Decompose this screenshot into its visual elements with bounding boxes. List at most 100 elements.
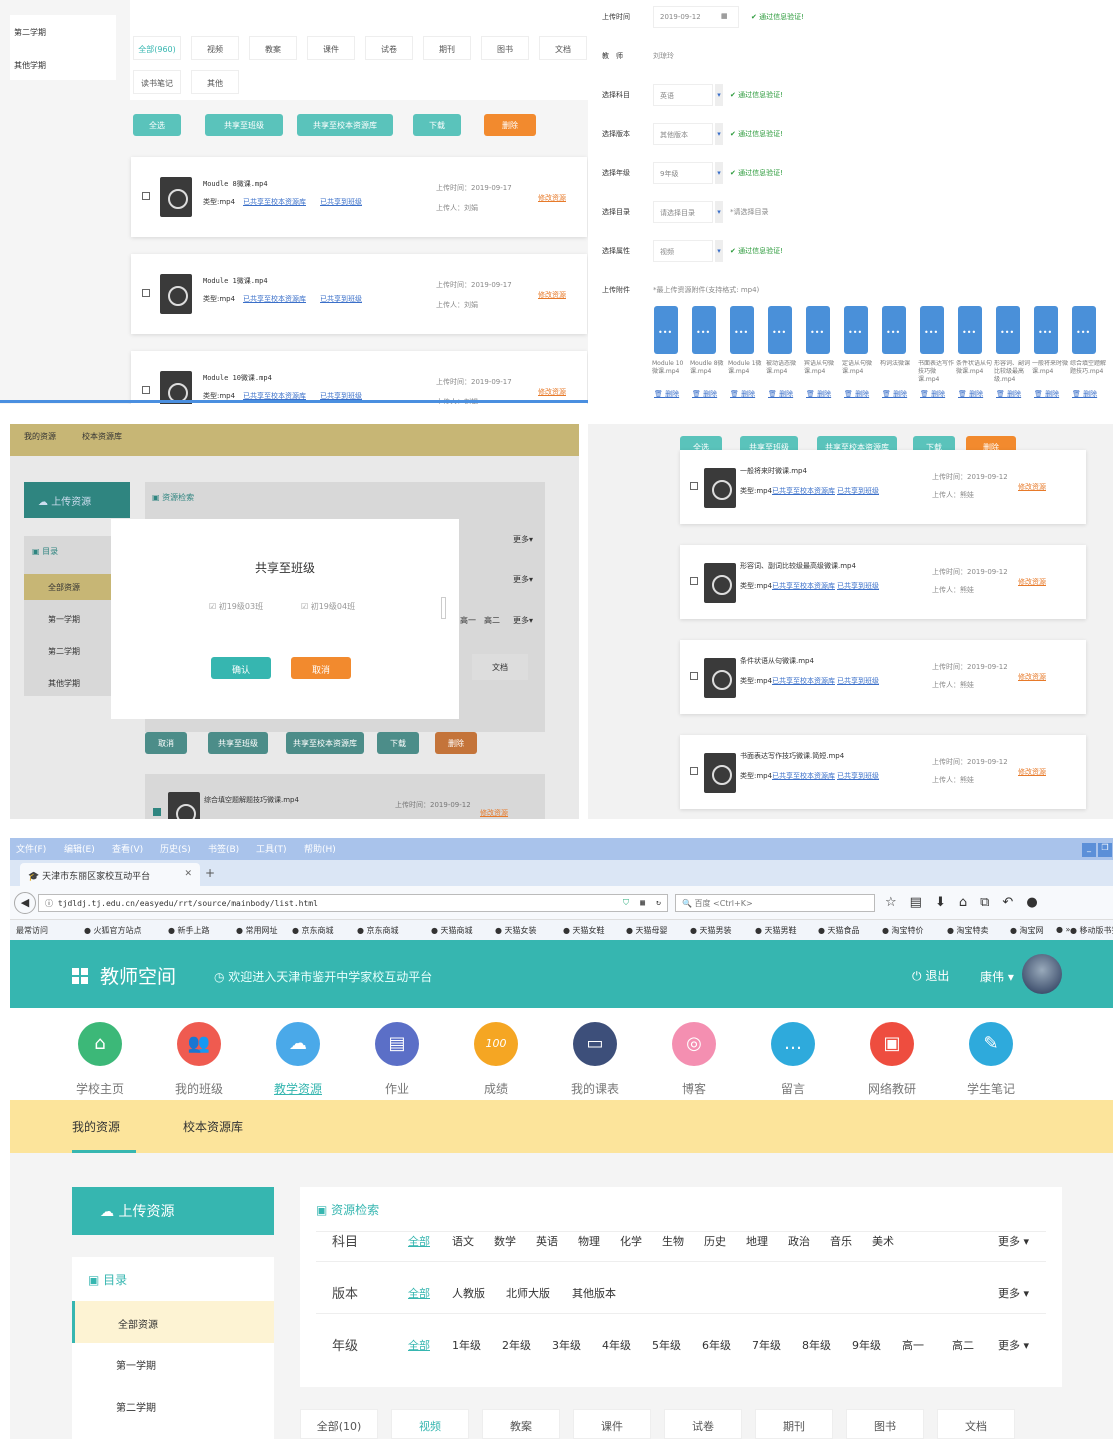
more-link[interactable]: 更多▾: [513, 574, 533, 585]
shared-class-link[interactable]: 已共享到班级: [837, 771, 879, 781]
resource-name[interactable]: Module 10微课.mp4: [203, 373, 272, 383]
chevron-down-icon[interactable]: ▾: [715, 84, 723, 106]
bookmark-item[interactable]: ● 天猫食品: [818, 925, 860, 936]
checkbox[interactable]: [690, 577, 698, 585]
bookmark-item[interactable]: ● 淘宝网: [1010, 925, 1044, 936]
type-chip[interactable]: 文档: [937, 1409, 1015, 1439]
shared-library-link[interactable]: 已共享至校本资源库: [772, 771, 835, 781]
sidebar-item-second-term[interactable]: 第二学期: [14, 27, 46, 38]
checkbox[interactable]: [690, 767, 698, 775]
checkbox[interactable]: [690, 482, 698, 490]
filter-option[interactable]: 生物: [662, 1233, 684, 1249]
shared-library-link[interactable]: 已共享至校本资源库: [772, 676, 835, 686]
filter-option[interactable]: 5年级: [652, 1337, 681, 1353]
shared-library-link[interactable]: 已共享至校本资源库: [772, 581, 835, 591]
checkbox[interactable]: [142, 386, 150, 394]
type-chip[interactable]: 教案: [482, 1409, 560, 1439]
cancel-button[interactable]: 取消: [291, 657, 351, 679]
type-chip[interactable]: 期刊: [755, 1409, 833, 1439]
bookmark-item[interactable]: ● 京东商城: [292, 925, 334, 936]
action-button-3[interactable]: 下载: [413, 114, 461, 136]
checkbox[interactable]: [142, 192, 150, 200]
type-chip[interactable]: 课件: [573, 1409, 651, 1439]
close-tab-icon[interactable]: ✕: [184, 869, 192, 879]
delete-file-link[interactable]: 🗑 删除: [996, 389, 1021, 399]
chat-icon[interactable]: ●: [1026, 895, 1050, 910]
bookmark-item[interactable]: ● 天猫商城: [431, 925, 473, 936]
bookmark-item[interactable]: ● 天猫女装: [495, 925, 537, 936]
bookmark-star-icon[interactable]: ☆: [885, 895, 910, 910]
edit-resource-link[interactable]: 修改资源: [538, 193, 566, 203]
filter-option[interactable]: 化学: [620, 1233, 642, 1249]
shared-library-link[interactable]: 已共享至校本资源库: [772, 486, 835, 496]
class-option-04[interactable]: ☑ 初19级04班: [301, 601, 355, 612]
nav-item-class[interactable]: 👥 我的班级: [175, 1022, 223, 1096]
dir-item-first[interactable]: 第一学期: [48, 614, 80, 625]
bg-action-button-0[interactable]: 取消: [145, 732, 187, 754]
new-tab-button[interactable]: +: [205, 866, 215, 880]
select-field[interactable]: 其他版本: [653, 123, 713, 145]
nav-item-home[interactable]: ⌂ 学校主页: [76, 1022, 124, 1096]
filter-chip[interactable]: 图书: [481, 36, 529, 60]
nav-item-homework[interactable]: ▤ 作业: [373, 1022, 421, 1096]
filter-chip[interactable]: 视频: [191, 36, 239, 60]
logout-button[interactable]: ⏻ 退出: [912, 967, 949, 984]
select-field[interactable]: 请选择目录: [653, 201, 713, 223]
nav-item-timetable[interactable]: ▭ 我的课表: [571, 1022, 619, 1096]
dir-item-other[interactable]: 其他学期: [48, 678, 80, 689]
filter-option[interactable]: 历史: [704, 1233, 726, 1249]
filter-option[interactable]: 4年级: [602, 1337, 631, 1353]
delete-file-link[interactable]: 🗑 删除: [958, 389, 983, 399]
filter-chip[interactable]: 全部(960): [133, 36, 181, 60]
filter-option[interactable]: 8年级: [802, 1337, 831, 1353]
bookmark-item[interactable]: ● 天猫男鞋: [755, 925, 797, 936]
filter-option[interactable]: 语文: [452, 1233, 474, 1249]
filter-option[interactable]: 高二: [952, 1337, 974, 1353]
more-link[interactable]: 更多 ▾: [998, 1285, 1029, 1301]
filter-option[interactable]: 高一: [902, 1337, 924, 1353]
more-link[interactable]: 更多▾: [513, 615, 533, 626]
type-chip[interactable]: 视频: [391, 1409, 469, 1439]
tab-my-resources[interactable]: 我的资源: [72, 1118, 120, 1135]
bookmark-item[interactable]: ● »: [1056, 925, 1070, 934]
filter-option[interactable]: 物理: [578, 1233, 600, 1249]
select-field[interactable]: 英语: [653, 84, 713, 106]
filter-option[interactable]: 其他版本: [572, 1285, 616, 1301]
shared-class-link[interactable]: 已共享到班级: [837, 486, 879, 496]
action-button-4[interactable]: 删除: [484, 114, 536, 136]
select-field[interactable]: 视频: [653, 240, 713, 262]
filter-option[interactable]: 数学: [494, 1233, 516, 1249]
nav-item-blog[interactable]: ◎ 博客: [670, 1022, 718, 1096]
resource-name[interactable]: 条件状语从句微课.mp4: [740, 656, 814, 666]
bookmark-item[interactable]: ● 天猫母婴: [626, 925, 668, 936]
confirm-button[interactable]: 确认: [211, 657, 271, 679]
home-icon[interactable]: ⌂: [959, 895, 980, 910]
nav-item-cloud[interactable]: ☁ 教学资源: [274, 1022, 322, 1096]
upload-button[interactable]: ☁ 上传资源: [72, 1187, 274, 1235]
action-button-0[interactable]: 全选: [133, 114, 181, 136]
filter-option[interactable]: 北师大版: [506, 1285, 550, 1301]
dir-item-all[interactable]: 全部资源: [72, 1301, 274, 1343]
delete-file-link[interactable]: 🗑 删除: [844, 389, 869, 399]
menu-item[interactable]: 帮助(H): [304, 842, 336, 855]
nav-item-message[interactable]: … 留言: [769, 1022, 817, 1096]
minimize-button[interactable]: _: [1082, 843, 1096, 857]
filter-option[interactable]: 英语: [536, 1233, 558, 1249]
menu-item[interactable]: 编辑(E): [64, 842, 95, 855]
delete-file-link[interactable]: 🗑 删除: [882, 389, 907, 399]
filter-chip[interactable]: 教案: [249, 36, 297, 60]
edit-resource-link[interactable]: 修改资源: [1018, 767, 1046, 777]
filter-chip[interactable]: 期刊: [423, 36, 471, 60]
grade-option[interactable]: 高二: [484, 615, 500, 626]
filter-chip[interactable]: 试卷: [365, 36, 413, 60]
resource-name[interactable]: Module 1微课.mp4: [203, 276, 268, 286]
more-link[interactable]: 更多▾: [513, 534, 533, 545]
resource-name[interactable]: 书面表达写作技巧微课.简短.mp4: [740, 751, 844, 761]
bookmark-item[interactable]: ● 天猫女鞋: [563, 925, 605, 936]
type-chip[interactable]: 图书: [846, 1409, 924, 1439]
filter-option[interactable]: 9年级: [852, 1337, 881, 1353]
delete-file-link[interactable]: 🗑 删除: [730, 389, 755, 399]
bg-resource-edit[interactable]: 修改资源: [480, 808, 508, 818]
bookmark-item[interactable]: 最常访问: [16, 925, 48, 936]
modal-scrollbar[interactable]: [441, 597, 446, 619]
